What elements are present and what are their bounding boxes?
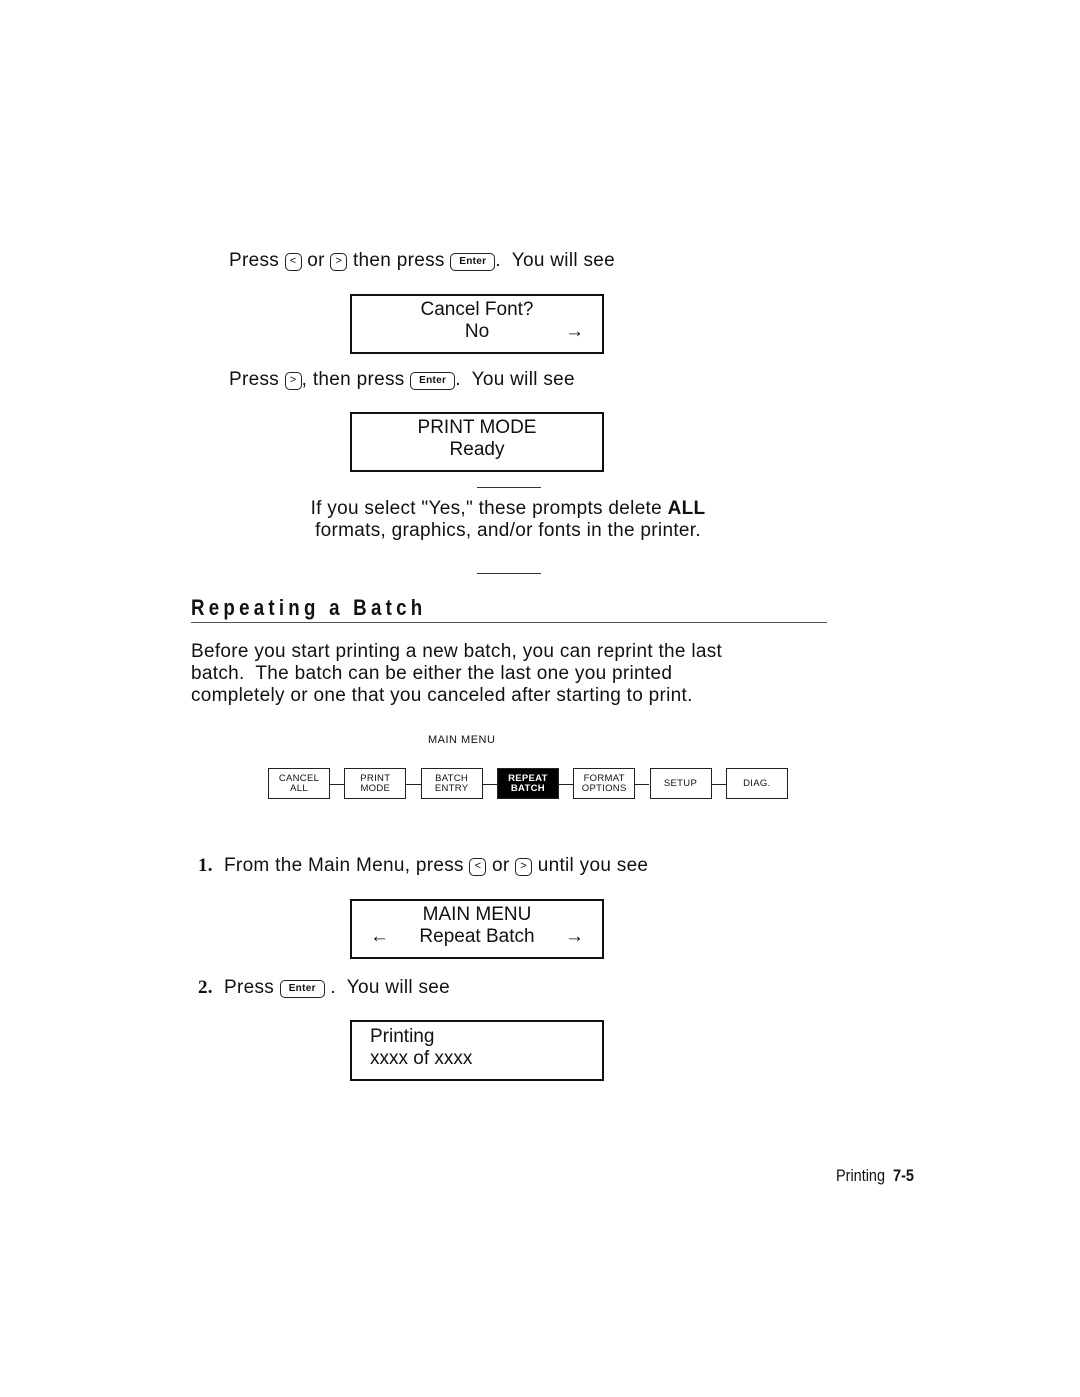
arrow-right-icon: → (565, 321, 584, 342)
right-key-icon: > (284, 372, 302, 390)
step-number: 1. (198, 855, 213, 876)
menu-diagram: CANCEL ALL PRINT MODE BATCH ENTRY REPEAT BATCH F… (268, 768, 792, 801)
enter-key-icon: Enter (279, 980, 325, 998)
menu-item-label: DIAG. (743, 777, 771, 789)
label-line-1: SETUP (663, 777, 698, 789)
menu-connector (482, 784, 497, 785)
step-2: 2. Press Enter . You will see (198, 977, 450, 999)
divider (477, 487, 541, 488)
menu-item-label: PRINT MODE (360, 772, 391, 794)
right-key-icon: > (515, 858, 533, 876)
lcd-line-1: Printing (370, 1026, 435, 1047)
text: Before you start printing a new batch, y… (191, 641, 723, 662)
label-line-1: BATCH (435, 772, 469, 784)
text: Press (229, 250, 280, 271)
text-bold: ALL (667, 498, 706, 519)
text: until you see (537, 855, 649, 876)
label-line-1: FORMAT (583, 772, 625, 784)
text: or (307, 250, 325, 271)
label-line-2: BATCH (510, 782, 545, 794)
lcd-display-cancel-font: Cancel Font? No → (350, 294, 604, 354)
label-line-1: DIAG. (743, 777, 771, 789)
text: . You will see (330, 977, 450, 998)
right-key-icon: > (330, 253, 348, 271)
lcd-line-1: MAIN MENU (422, 904, 532, 925)
lcd-line-2: Ready (449, 439, 505, 460)
menu-item-print-mode: PRINT MODE (344, 768, 407, 799)
arrow-right-icon: → (565, 926, 584, 947)
arrow-left-icon: ← (370, 926, 389, 947)
label-line-2: OPTIONS (581, 782, 627, 794)
lcd-line-1: Cancel Font? (420, 299, 534, 320)
label-line-1: PRINT (360, 772, 391, 784)
menu-connector (711, 784, 726, 785)
instruction-line-b: Press >, then press Enter. You will see (229, 369, 575, 391)
left-key-icon: < (469, 858, 487, 876)
text: or (492, 855, 510, 876)
intro-paragraph: Before you start printing a new batch, y… (191, 641, 831, 707)
lcd-display-print-mode: PRINT MODE Ready (350, 412, 604, 472)
heading-rule (191, 622, 827, 623)
text: If you select "Yes," these prompts delet… (310, 498, 668, 519)
text: . You will see (495, 250, 615, 271)
menu-item-label: CANCEL ALL (278, 772, 320, 794)
menu-item-label: SETUP (663, 777, 698, 789)
instruction-line-a: Press < or > then press Enter. You will … (229, 250, 615, 272)
footer-section: Printing (836, 1166, 885, 1185)
lcd-line-2: xxxx of xxxx (370, 1048, 473, 1069)
label-line-1: CANCEL (278, 772, 320, 784)
text: , then press (301, 369, 405, 390)
enter-key-icon: Enter (450, 253, 496, 271)
page-number: 7-5 (893, 1166, 914, 1185)
step-number: 2. (198, 977, 213, 998)
menu-item-label: REPEAT BATCH (508, 772, 548, 794)
text: From the Main Menu, press (224, 855, 464, 876)
page-footer: Printing 7-5 (836, 1166, 914, 1186)
warning-note: If you select "Yes," these prompts delet… (230, 498, 786, 542)
text: batch. The batch can be either the last … (191, 663, 673, 684)
text: Press (229, 369, 280, 390)
label-line-1: REPEAT (508, 772, 548, 784)
step-1: 1. From the Main Menu, press < or > unti… (198, 855, 648, 877)
lcd-display-main-menu: MAIN MENU Repeat Batch ← → (350, 899, 604, 959)
divider (477, 573, 541, 574)
menu-diagram-title: MAIN MENU (428, 734, 496, 746)
text: Press (224, 977, 275, 998)
menu-item-batch-entry: BATCH ENTRY (420, 768, 483, 799)
label-line-2: ALL (290, 782, 308, 794)
label-line-2: MODE (360, 782, 391, 794)
menu-item-diag: DIAG. (725, 768, 788, 799)
menu-connector (635, 784, 650, 785)
menu-item-cancel-all: CANCEL ALL (268, 768, 330, 799)
text: completely or one that you canceled afte… (191, 685, 693, 706)
menu-connector (406, 784, 421, 785)
menu-item-repeat-batch: REPEAT BATCH (496, 768, 559, 799)
text: formats, graphics, and/or fonts in the p… (315, 520, 701, 541)
menu-item-label: BATCH ENTRY (434, 772, 469, 794)
menu-item-label: FORMAT OPTIONS (581, 772, 627, 794)
menu-connector (558, 784, 574, 785)
lcd-line-1: PRINT MODE (417, 417, 537, 438)
menu-connector (330, 784, 345, 785)
lcd-display-printing: Printing xxxx of xxxx (350, 1020, 604, 1081)
left-key-icon: < (284, 253, 302, 271)
section-heading: Repeating a Batch (191, 595, 427, 620)
menu-item-format-options: FORMAT OPTIONS (573, 768, 636, 799)
menu-item-setup: SETUP (649, 768, 712, 799)
label-line-2: ENTRY (434, 782, 469, 794)
enter-key-icon: Enter (410, 372, 456, 390)
text: . You will see (455, 369, 575, 390)
text: then press (352, 250, 445, 271)
